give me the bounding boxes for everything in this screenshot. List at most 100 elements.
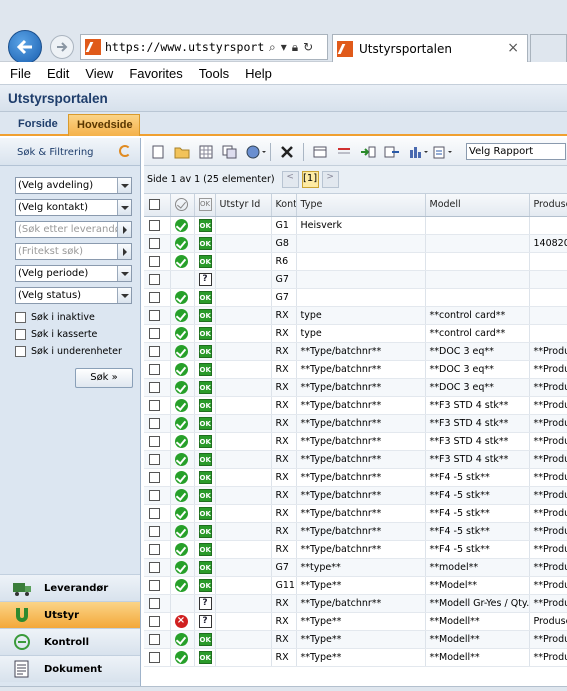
table-row[interactable]: OK RX**Type/batchnr****F4 -5 stk****Produ…	[144, 468, 567, 487]
row-checkbox[interactable]	[149, 543, 160, 555]
row-checkbox[interactable]	[149, 327, 160, 339]
report-select[interactable]: Velg Rapport	[466, 143, 566, 160]
row-checkbox[interactable]	[149, 489, 160, 501]
open-folder-icon[interactable]	[174, 145, 190, 159]
table-row[interactable]: OK RX**Type/batchnr****F4 -5 stk****Produ…	[144, 540, 567, 559]
prev-page-button[interactable]: <	[281, 171, 299, 188]
row-checkbox[interactable]	[149, 381, 160, 393]
inactive-checkbox[interactable]	[15, 312, 26, 323]
inactive-checkbox-row[interactable]: Søk i inaktive	[15, 309, 140, 326]
type-header[interactable]: Type	[296, 194, 426, 217]
table-row[interactable]: ×? RX**Type****Modell**Produsen	[144, 612, 567, 631]
chevron-down-icon[interactable]	[117, 178, 131, 193]
row-checkbox[interactable]	[149, 255, 160, 267]
url-text[interactable]: https://www.utstyrsportale...	[105, 40, 265, 54]
row-select-cell[interactable]	[144, 558, 171, 577]
produsent-header[interactable]: Produsent	[529, 194, 567, 217]
row-checkbox[interactable]	[149, 597, 160, 609]
row-checkbox[interactable]	[149, 219, 160, 231]
period-select[interactable]: (Velg periode)	[15, 265, 132, 282]
menu-favorites[interactable]: Favorites	[129, 66, 182, 81]
table-row[interactable]: OK RX **Type/batchnr** **F3 STD 4 stk** **Pr…	[144, 432, 567, 451]
next-page-button[interactable]: >	[321, 171, 339, 188]
modell-header[interactable]: Modell	[425, 194, 530, 217]
row-select-cell[interactable]	[144, 234, 171, 253]
row-select-cell[interactable]	[144, 378, 171, 397]
sidebar-item-utstyr[interactable]: Utstyr	[0, 601, 140, 628]
table-row[interactable]: OK RX**Type/batchnr****DOC 3 eq****Produs	[144, 378, 567, 397]
dropdown-icon[interactable]: ▾	[281, 40, 287, 55]
arrow-right-icon[interactable]	[117, 244, 131, 259]
row-select-cell[interactable]	[144, 612, 171, 631]
row-select-cell[interactable]	[144, 486, 171, 505]
row-select-cell[interactable]	[144, 648, 171, 667]
flag-icon[interactable]	[336, 145, 352, 159]
department-select[interactable]: (Velg avdeling)	[15, 177, 132, 194]
table-row[interactable]: OK RX **Type/batchnr** **F3 STD 4 stk** **Pr…	[144, 414, 567, 433]
row-checkbox[interactable]	[149, 291, 160, 303]
supplier-search-input[interactable]: (Søk etter leverandør)	[15, 221, 132, 238]
row-checkbox[interactable]	[149, 309, 160, 321]
row-checkbox[interactable]	[149, 525, 160, 537]
refresh-icon[interactable]	[119, 145, 131, 157]
table-row[interactable]: ? RX **Type/batchnr** **Modell Gr-Yes / Qty…	[144, 594, 567, 613]
table-row[interactable]: OK RX type **control card**	[144, 324, 567, 343]
utstyr-id-header[interactable]: Utstyr Id	[215, 194, 272, 217]
table-row[interactable]: OK RX**Type/batchnr****DOC 3 eq****Produs	[144, 360, 567, 379]
row-checkbox[interactable]	[149, 471, 160, 483]
row-checkbox[interactable]	[149, 273, 160, 285]
row-select-cell[interactable]	[144, 450, 171, 469]
table-row[interactable]: OK G8 14082014	[144, 234, 567, 253]
row-checkbox[interactable]	[149, 237, 160, 249]
row-select-cell[interactable]	[144, 360, 171, 379]
tab-hovedside[interactable]: Hovedside	[68, 114, 140, 136]
new-icon[interactable]	[150, 145, 166, 159]
table-row[interactable]: OK RX**Type/batchnr****F4 -5 stk****Produ…	[144, 504, 567, 523]
search-button[interactable]: Søk »	[75, 368, 133, 388]
subunits-checkbox-row[interactable]: Søk i underenheter	[15, 343, 140, 360]
row-checkbox[interactable]	[149, 363, 160, 375]
row-checkbox[interactable]	[149, 417, 160, 429]
arrow-right-icon[interactable]	[117, 222, 131, 237]
table-row[interactable]: OK RX**Type****Modell****Produs	[144, 630, 567, 649]
discarded-checkbox[interactable]	[15, 329, 26, 340]
row-select-cell[interactable]	[144, 594, 171, 613]
status-select[interactable]: (Velg status)	[15, 287, 132, 304]
table-row[interactable]: OK RX**Type/batchnr****F4 -5 stk****Produ…	[144, 486, 567, 505]
row-select-cell[interactable]	[144, 252, 171, 271]
discarded-checkbox-row[interactable]: Søk i kasserte	[15, 326, 140, 343]
status-header[interactable]	[170, 194, 195, 217]
current-page[interactable]: [1]	[301, 171, 319, 188]
forward-button[interactable]	[50, 35, 74, 59]
table-row[interactable]: OK RX type **control card**	[144, 306, 567, 325]
row-select-cell[interactable]	[144, 270, 171, 289]
delete-icon[interactable]	[279, 145, 295, 159]
row-select-cell[interactable]	[144, 504, 171, 523]
lock-icon[interactable]: 🔒︎	[292, 40, 298, 55]
table-row[interactable]: OK RX **Type/batchnr** **F3 STD 4 stk** **Pr…	[144, 450, 567, 469]
row-checkbox[interactable]	[149, 345, 160, 357]
ok-header[interactable]: OK	[194, 194, 216, 217]
kontr-header[interactable]: Kontr	[271, 194, 297, 217]
window-icon[interactable]	[312, 145, 328, 159]
table-row[interactable]: OK RX**Type/batchnr****DOC 3 eq****Produs	[144, 342, 567, 361]
row-select-cell[interactable]	[144, 522, 171, 541]
import-icon[interactable]	[360, 145, 376, 159]
refresh-icon[interactable]: ↻	[303, 40, 313, 55]
row-select-cell[interactable]	[144, 630, 171, 649]
table-row[interactable]: ? G7	[144, 270, 567, 289]
row-select-cell[interactable]	[144, 414, 171, 433]
table-row[interactable]: OK R6	[144, 252, 567, 271]
row-checkbox[interactable]	[149, 453, 160, 465]
row-select-cell[interactable]	[144, 324, 171, 343]
copy-icon[interactable]	[222, 145, 238, 159]
select-all-checkbox[interactable]	[149, 199, 160, 211]
chevron-down-icon[interactable]	[117, 288, 131, 303]
menu-view[interactable]: View	[85, 66, 113, 81]
new-tab-button[interactable]	[530, 34, 567, 62]
tab-forside[interactable]: Forside	[10, 114, 68, 136]
menu-edit[interactable]: Edit	[47, 66, 69, 81]
table-row[interactable]: OK G1 Heisverk	[144, 216, 567, 235]
freetext-search-input[interactable]: (Fritekst søk)	[15, 243, 132, 260]
chevron-down-icon[interactable]	[117, 200, 131, 215]
